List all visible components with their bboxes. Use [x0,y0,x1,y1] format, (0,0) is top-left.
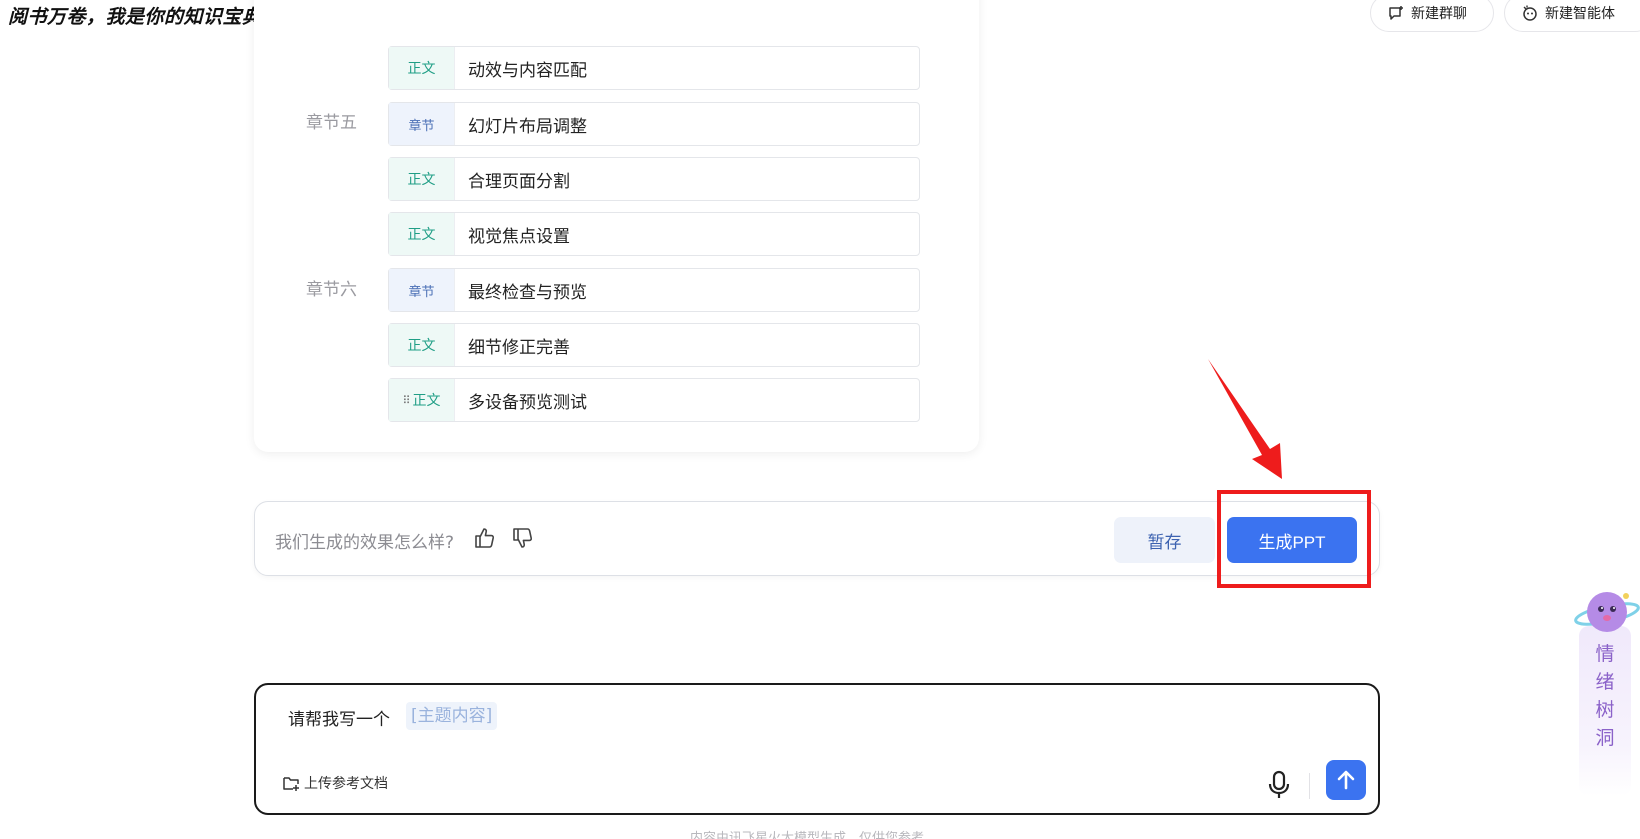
body-tag: 正文 [389,47,455,89]
chapter-tag: 章节 [389,103,455,145]
outline-row-text[interactable]: 幻灯片布局调整 [455,112,587,137]
outline-row[interactable]: 正文 动效与内容匹配 [388,46,920,90]
thumbs-up-icon[interactable] [473,526,497,550]
new-agent-button[interactable]: 新建智能体 [1504,0,1640,32]
divider [1309,773,1310,799]
mood-label-char: 绪 [1595,671,1615,693]
outline-row[interactable]: 正文 视觉焦点设置 [388,212,920,256]
prompt-prefix[interactable]: 请帮我写一个 [288,705,390,730]
new-group-chat-button[interactable]: 新建群聊 [1370,0,1494,32]
outline-row-text[interactable]: 合理页面分割 [455,167,570,192]
app-title: 阅书万卷，我是你的知识宝典 [8,6,262,28]
mood-label: 情 绪 树 洞 [1590,640,1620,752]
outline-row[interactable]: 章节 幻灯片布局调整 [388,102,920,146]
thumbs-down-icon[interactable] [511,526,535,550]
generate-ppt-button[interactable]: 生成PPT [1227,517,1357,563]
body-tag-label: 正文 [412,393,441,409]
upload-label: 上传参考文档 [304,776,388,792]
mood-label-char: 洞 [1595,727,1615,749]
upload-reference-button[interactable]: 上传参考文档 [282,773,388,793]
drag-handle-icon[interactable]: ⠿ [402,394,410,407]
mood-label-char: 树 [1595,699,1615,721]
send-button[interactable] [1326,760,1366,800]
group-chat-icon [1389,6,1403,20]
body-tag: 正文 [389,324,455,366]
new-agent-label: 新建智能体 [1545,6,1615,22]
outline-row[interactable]: 章节 最终检查与预览 [388,268,920,312]
outline-row-text[interactable]: 多设备预览测试 [455,388,587,413]
chapter-tag: 章节 [389,269,455,311]
feedback-bar: 我们生成的效果怎么样? 暂存 生成PPT [254,501,1380,576]
outline-row-text[interactable]: 动效与内容匹配 [455,56,587,81]
save-draft-button[interactable]: 暂存 [1114,517,1215,563]
upload-folder-icon [283,777,299,791]
outline-row-text[interactable]: 细节修正完善 [455,333,570,358]
agent-icon [1523,5,1537,21]
outline-row-text[interactable]: 最终检查与预览 [455,278,587,303]
mood-tree-hole-widget[interactable]: 情 绪 树 洞 [1574,590,1640,800]
body-tag: ⠿ 正文 [389,379,455,421]
prompt-input-box[interactable]: 请帮我写一个 [主题内容] 上传参考文档 [254,683,1380,815]
disclaimer-footnote: 内容由讯飞星火大模型生成，仅供您参考 [690,831,925,839]
arrow-up-icon [1337,770,1355,790]
page: 阅书万卷，我是你的知识宝典 新建群聊 新建智能体 章节五 章节六 正文 动效与内… [0,0,1640,839]
chapter-label-5: 章节五 [306,113,357,133]
annotation-arrow-icon [1208,359,1282,479]
outline-row[interactable]: ⠿ 正文 多设备预览测试 [388,378,920,422]
chapter-label-6: 章节六 [306,280,357,300]
feedback-question: 我们生成的效果怎么样? [275,533,455,553]
outline-row[interactable]: 正文 合理页面分割 [388,157,920,201]
microphone-icon[interactable] [1266,770,1292,800]
prompt-slot[interactable]: [主题内容] [406,702,498,730]
body-tag: 正文 [389,158,455,200]
outline-row[interactable]: 正文 细节修正完善 [388,323,920,367]
mood-label-char: 情 [1595,643,1615,665]
new-group-chat-label: 新建群聊 [1411,6,1467,22]
mascot-icon [1574,592,1640,632]
body-tag: 正文 [389,213,455,255]
outline-row-text[interactable]: 视觉焦点设置 [455,222,570,247]
